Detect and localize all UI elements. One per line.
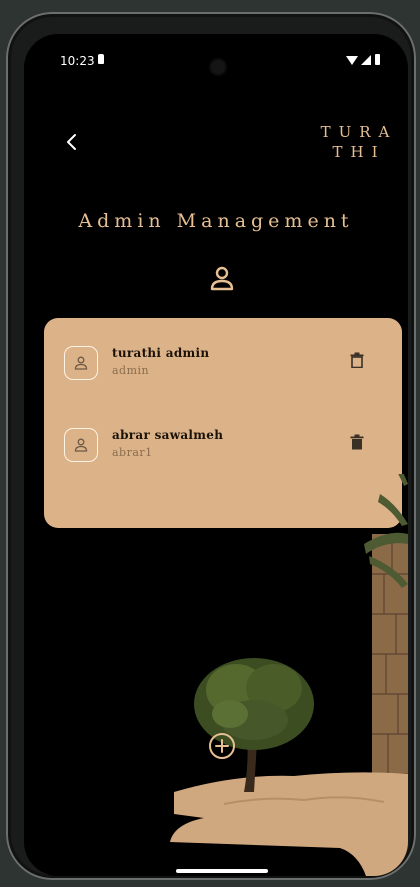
avatar <box>64 428 98 462</box>
status-time: 10:23 <box>60 54 95 68</box>
chevron-left-icon <box>67 134 76 150</box>
admin-name: turathi admin <box>112 346 210 360</box>
delete-admin-button[interactable] <box>350 434 364 450</box>
brand-logo: TURA THI <box>314 122 404 162</box>
page-title: Admin Management <box>78 210 354 232</box>
home-indicator[interactable] <box>176 869 268 873</box>
status-bar: 10:23 <box>24 34 408 74</box>
signal-icon <box>361 55 371 65</box>
background-scene <box>170 474 408 876</box>
camera-cutout <box>211 60 225 74</box>
admin-username: admin <box>112 364 150 377</box>
wifi-icon <box>346 56 358 65</box>
user-icon <box>208 264 236 292</box>
user-icon <box>74 438 88 452</box>
sandy-ground <box>170 772 408 876</box>
phone-frame: 10:23 TURA THI Admin Management turathi … <box>6 12 416 880</box>
back-button[interactable] <box>60 130 84 154</box>
lock-icon <box>98 54 104 64</box>
delete-admin-button[interactable] <box>350 352 364 369</box>
admin-list-item[interactable]: abrar sawalmeh abrar1 <box>64 428 382 468</box>
admin-name: abrar sawalmeh <box>112 428 224 442</box>
battery-icon <box>375 54 380 65</box>
admin-list-item[interactable]: turathi admin admin <box>64 346 382 386</box>
trash-icon <box>350 352 364 369</box>
trash-icon <box>350 434 364 450</box>
app-screen: 10:23 TURA THI Admin Management turathi … <box>24 34 408 876</box>
plus-circle-icon <box>209 733 235 759</box>
system-icons <box>346 54 386 66</box>
add-admin-button[interactable] <box>208 732 236 760</box>
avatar <box>64 346 98 380</box>
admin-username: abrar1 <box>112 446 153 459</box>
brand-line-1: TURA <box>320 123 398 141</box>
brand-line-2: THI <box>332 143 386 161</box>
user-icon <box>74 356 88 370</box>
